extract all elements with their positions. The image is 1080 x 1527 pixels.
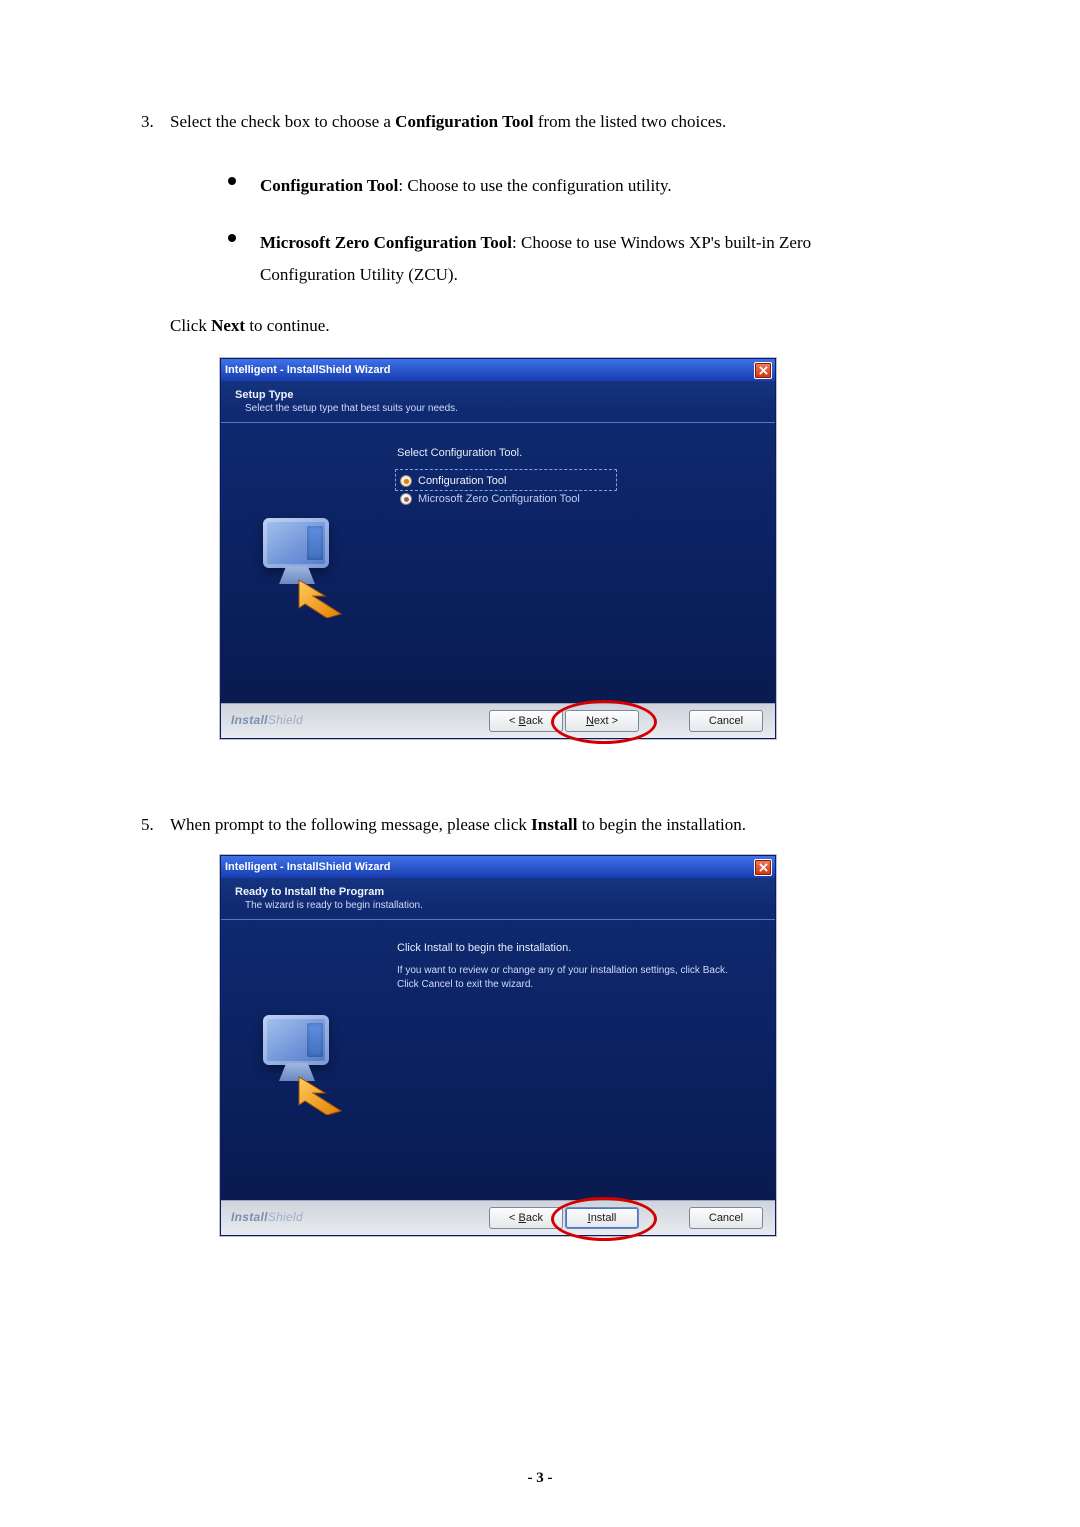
- wizard-header: Setup Type Select the setup type that be…: [221, 381, 775, 423]
- bullet-ms-zero: Microsoft Zero Configuration Tool: Choos…: [228, 227, 910, 290]
- wizard-footer: InstallShield < Back Install Cancel: [221, 1200, 775, 1235]
- radio-ms-zero[interactable]: Microsoft Zero Configuration Tool: [400, 493, 580, 505]
- wizard-footer: InstallShield < Back Next > Cancel: [221, 703, 775, 738]
- bullet-dot-icon: [228, 177, 236, 185]
- close-icon[interactable]: [754, 859, 772, 876]
- bullet-ms-title: Microsoft Zero Configuration Tool: [260, 233, 512, 252]
- next-button[interactable]: Next >: [565, 710, 639, 732]
- installshield-brand: InstallShield: [231, 713, 303, 727]
- wizard-titlebar[interactable]: Intelligent - InstallShield Wizard: [221, 856, 775, 878]
- step-3-number: 3.: [141, 110, 154, 134]
- wizard-title: Intelligent - InstallShield Wizard: [225, 364, 391, 376]
- wizard-titlebar[interactable]: Intelligent - InstallShield Wizard: [221, 359, 775, 381]
- radio-config-label: Configuration Tool: [418, 475, 506, 487]
- ready-line1: Click Install to begin the installation.: [397, 942, 571, 954]
- select-config-label: Select Configuration Tool.: [397, 447, 522, 459]
- step-3-text: 3. Select the check box to choose a Conf…: [170, 110, 910, 134]
- step-5-text: 5. When prompt to the following message,…: [170, 815, 910, 835]
- wizard-body: Click Install to begin the installation.…: [221, 920, 775, 1200]
- wizard-heading: Ready to Install the Program: [235, 886, 761, 898]
- wizard-ready-install: Intelligent - InstallShield Wizard Ready…: [220, 855, 776, 1236]
- wizard-subheading: The wizard is ready to begin installatio…: [245, 900, 761, 911]
- click-next-text: Click Next to continue.: [170, 316, 910, 336]
- monitor-graphic: [251, 518, 343, 618]
- bullet-config-desc: : Choose to use the configuration utilit…: [398, 176, 671, 195]
- bullet-dot-icon: [228, 234, 236, 242]
- step-5-number: 5.: [141, 815, 154, 835]
- radio-config-tool[interactable]: Configuration Tool: [400, 475, 506, 487]
- wizard-subheading: Select the setup type that best suits yo…: [245, 403, 761, 414]
- ready-line2: If you want to review or change any of y…: [397, 964, 747, 991]
- back-button[interactable]: < Back: [489, 1207, 563, 1229]
- bullet-config-title: Configuration Tool: [260, 176, 398, 195]
- bullet-list: Configuration Tool: Choose to use the co…: [228, 170, 910, 290]
- page-number: - 3 -: [0, 1470, 1080, 1487]
- arrow-icon: [295, 1071, 345, 1115]
- back-button[interactable]: < Back: [489, 710, 563, 732]
- radio-ms-label: Microsoft Zero Configuration Tool: [418, 493, 580, 505]
- wizard-header: Ready to Install the Program The wizard …: [221, 878, 775, 920]
- close-icon[interactable]: [754, 362, 772, 379]
- cancel-button[interactable]: Cancel: [689, 1207, 763, 1229]
- wizard-body: Select Configuration Tool. Configuration…: [221, 423, 775, 703]
- cancel-button[interactable]: Cancel: [689, 710, 763, 732]
- bullet-config-tool: Configuration Tool: Choose to use the co…: [228, 170, 910, 201]
- wizard-heading: Setup Type: [235, 389, 761, 401]
- wizard-setup-type: Intelligent - InstallShield Wizard Setup…: [220, 358, 776, 739]
- arrow-icon: [295, 574, 345, 618]
- radio-selected-icon: [400, 475, 412, 487]
- monitor-graphic: [251, 1015, 343, 1115]
- installshield-brand: InstallShield: [231, 1210, 303, 1224]
- wizard-title: Intelligent - InstallShield Wizard: [225, 861, 391, 873]
- install-button[interactable]: Install: [565, 1207, 639, 1229]
- radio-unselected-icon: [400, 493, 412, 505]
